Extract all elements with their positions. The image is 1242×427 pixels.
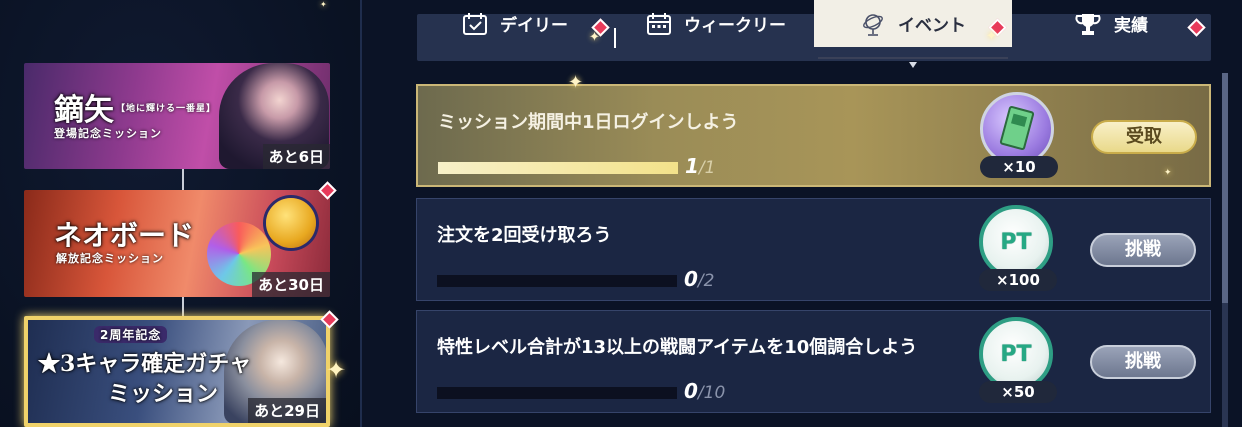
- banner-title-tag: 【地に輝ける一番星】: [116, 104, 217, 114]
- pt-label: PT: [1000, 341, 1032, 367]
- progress-total: /1: [698, 158, 716, 178]
- ticket-icon: [980, 92, 1054, 166]
- banner-subtitle: ミッション: [108, 381, 219, 407]
- active-tab-underline: [818, 57, 1008, 59]
- calendar-check-icon: [463, 12, 487, 35]
- sparkle-icon: ✦: [589, 30, 600, 45]
- ticket-graphic: [999, 105, 1035, 151]
- progress-count: 1/1: [685, 154, 715, 178]
- banner-subtitle: 解放記念ミッション: [56, 252, 164, 265]
- progress-count: 0/2: [684, 267, 714, 291]
- tab-achievements[interactable]: 実績: [1012, 0, 1210, 47]
- banner-subtitle: 登場記念ミッション: [54, 127, 162, 140]
- tab-separator: [614, 28, 616, 48]
- banner-title: ネオボード: [54, 219, 195, 252]
- star-icon: ✦: [1164, 168, 1172, 178]
- tab-label: 実績: [1114, 16, 1148, 36]
- reward-count: ×10: [980, 156, 1058, 178]
- event-list-panel: 鏑矢 【地に輝ける一番星】 登場記念ミッション あと6日 ネオボード 解放記念ミ…: [0, 0, 360, 427]
- event-banner-neoboard[interactable]: ネオボード 解放記念ミッション あと30日: [24, 190, 330, 297]
- event-banner-anniversary-gacha[interactable]: 2周年記念 ★3キャラ確定ガチャ ミッション あと29日: [24, 316, 330, 427]
- progress-current: 0: [684, 379, 698, 403]
- banner-title: 鏑矢: [54, 93, 114, 128]
- progress-current: 0: [684, 267, 698, 291]
- mission-title: 注文を2回受け取ろう: [437, 225, 612, 246]
- event-banner-kaburaya[interactable]: 鏑矢 【地に輝ける一番星】 登場記念ミッション あと6日: [24, 63, 330, 169]
- trophy-icon: [1075, 13, 1101, 35]
- mission-scrollbar[interactable]: [1222, 73, 1228, 427]
- receive-button[interactable]: 受取: [1091, 120, 1197, 154]
- banner-title: ★3キャラ確定ガチャ: [38, 351, 252, 377]
- banner-connector: [182, 297, 184, 317]
- progress-current: 1: [685, 154, 699, 178]
- reward-count: ×50: [979, 381, 1057, 403]
- pt-coin-icon: PT: [979, 205, 1053, 279]
- tab-daily[interactable]: デイリー: [417, 0, 613, 47]
- days-left-badge: あと29日: [248, 398, 326, 423]
- mission-row: 注文を2回受け取ろう 0/2 PT ×100 挑戦: [416, 198, 1211, 301]
- panel-divider: [360, 0, 362, 427]
- tab-label: イベント: [898, 16, 966, 36]
- planet-icon: [266, 198, 316, 248]
- challenge-button[interactable]: 挑戦: [1090, 345, 1196, 379]
- tab-event[interactable]: イベント: [814, 0, 1012, 47]
- mission-title: 特性レベル合計が13以上の戦闘アイテムを10個調合しよう: [437, 337, 918, 358]
- days-left-badge: あと30日: [252, 272, 330, 297]
- progress-count: 0/10: [684, 379, 725, 403]
- mission-title: ミッション期間中1日ログインしよう: [438, 112, 739, 133]
- challenge-button[interactable]: 挑戦: [1090, 233, 1196, 267]
- sparkle-icon: ✦: [986, 29, 997, 44]
- tab-weekly[interactable]: ウィークリー: [618, 0, 814, 47]
- globe-icon: [863, 13, 883, 36]
- mission-row: 特性レベル合計が13以上の戦闘アイテムを10個調合しよう 0/10 PT ×50…: [416, 310, 1211, 413]
- active-tab-caret-icon: [909, 62, 917, 68]
- progress-bar: [437, 275, 677, 287]
- days-left-badge: あと6日: [262, 144, 330, 169]
- progress-total: /2: [697, 271, 715, 291]
- tab-label: デイリー: [500, 16, 568, 36]
- mission-row: ミッション期間中1日ログインしよう 1/1 ×10 受取: [416, 84, 1211, 187]
- calendar-icon: [647, 12, 671, 35]
- banner-connector: [182, 169, 184, 190]
- tab-label: ウィークリー: [684, 16, 786, 36]
- pt-label: PT: [1000, 229, 1032, 255]
- progress-total: /10: [697, 383, 726, 403]
- sparkle-icon: ✦: [326, 356, 347, 384]
- star-icon: ✦: [568, 72, 584, 93]
- star-icon: ✦: [320, 0, 327, 9]
- banner-tag: 2周年記念: [94, 326, 168, 343]
- reward-count: ×100: [979, 269, 1057, 291]
- progress-bar: [438, 162, 678, 174]
- progress-fill: [438, 162, 678, 174]
- scroll-thumb[interactable]: [1222, 73, 1228, 303]
- pt-coin-icon: PT: [979, 317, 1053, 391]
- progress-bar: [437, 387, 677, 399]
